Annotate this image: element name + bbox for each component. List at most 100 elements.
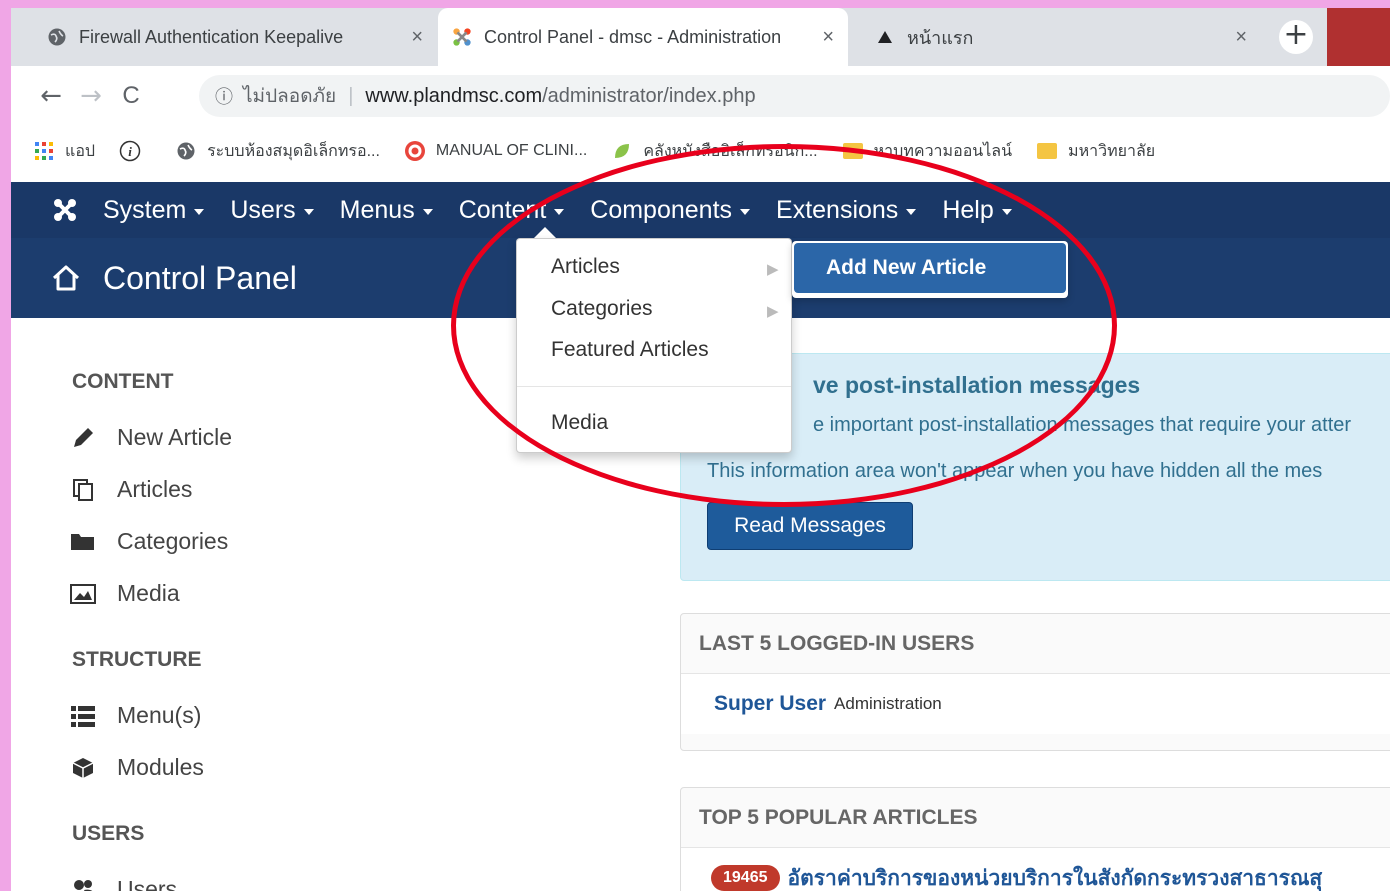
sidebar-item-label: Menu(s) — [117, 702, 202, 728]
article-link[interactable]: อัตราค่าบริการของหน่วยบริการในสังกัดกระท… — [788, 862, 1323, 891]
sidebar-item-users[interactable]: Users — [69, 876, 177, 891]
globe-icon — [175, 140, 197, 162]
nav-extensions[interactable]: Extensions — [776, 195, 917, 225]
nav-label: Extensions — [776, 195, 899, 224]
read-messages-button[interactable]: Read Messages — [707, 502, 913, 550]
bookmark-apps[interactable]: แอป — [33, 139, 95, 164]
articles-submenu: Add New Article — [792, 241, 1068, 298]
page-title: Control Panel — [103, 259, 297, 296]
triangle-icon — [875, 27, 895, 47]
bookmark-manual[interactable]: MANUAL OF CLINI... — [404, 140, 587, 162]
forward-button[interactable]: → — [71, 81, 111, 111]
nav-label: Components — [590, 195, 733, 224]
sidebar-item-articles[interactable]: Articles — [69, 476, 192, 503]
caret-down-icon — [303, 208, 314, 215]
alert-text: This information area won't appear when … — [707, 460, 1323, 482]
sidebar-item-categories[interactable]: Categories — [69, 528, 228, 555]
sidebar-item-label: Categories — [117, 528, 229, 554]
caret-down-icon — [906, 208, 917, 215]
nav-label: Help — [942, 195, 994, 224]
bookmark-label: ระบบห้องสมุดอิเล็กทรอ... — [207, 142, 380, 160]
menu-item-add-new-article[interactable]: Add New Article — [794, 243, 1066, 293]
user-link[interactable]: Super User — [714, 692, 826, 716]
nav-label: Menus — [339, 195, 415, 224]
bookmark-info[interactable]: i — [119, 140, 151, 162]
leaf-icon — [611, 140, 633, 162]
nav-users[interactable]: Users — [230, 196, 314, 225]
tab-firewall[interactable]: Firewall Authentication Keepalive × — [33, 8, 437, 66]
close-icon[interactable]: × — [411, 26, 423, 49]
nav-system[interactable]: System — [103, 196, 205, 225]
sidebar-item-media[interactable]: Media — [69, 580, 180, 607]
hits-badge: 19465 — [711, 865, 780, 891]
panel-title: TOP 5 POPULAR ARTICLES — [681, 788, 1390, 848]
nav-help[interactable]: Help — [942, 195, 1012, 225]
sidebar-item-label: Media — [117, 580, 180, 606]
menu-item-articles[interactable]: Articles — [551, 255, 620, 279]
svg-text:i: i — [128, 144, 132, 159]
sidebar-item-menus[interactable]: Menu(s) — [69, 702, 201, 729]
sidebar-item-modules[interactable]: Modules — [69, 754, 204, 781]
logged-users-panel: LAST 5 LOGGED-IN USERS Super User Admini… — [680, 613, 1390, 751]
caret-down-icon — [422, 208, 433, 215]
target-icon — [404, 140, 426, 162]
close-icon[interactable]: × — [1235, 26, 1247, 49]
bookmark-label: แอป — [65, 142, 96, 160]
alert-title: ve post-installation messages — [813, 372, 1141, 398]
section-title-users: USERS — [72, 822, 145, 845]
close-icon[interactable]: × — [822, 26, 834, 49]
tab-control-panel[interactable]: Control Panel - dmsc - Administration × — [438, 8, 848, 66]
folder-open-icon — [69, 529, 97, 555]
joomla-logo-icon[interactable] — [45, 190, 85, 230]
bookmark-articles-online[interactable]: หาบทความออนไลน์ — [842, 139, 1012, 164]
folder-icon — [1036, 140, 1058, 162]
sidebar-item-label: Articles — [117, 476, 193, 502]
nav-menus[interactable]: Menus — [340, 196, 433, 225]
section-title-content: CONTENT — [72, 370, 174, 393]
caret-down-icon — [194, 208, 205, 215]
tab-title: Control Panel - dmsc - Administration — [484, 26, 782, 47]
home-icon — [51, 263, 81, 293]
tab-home-thai[interactable]: หน้าแรก × — [861, 8, 1261, 66]
separator: | — [348, 84, 354, 107]
user-location: Administration — [834, 694, 942, 713]
copy-icon — [69, 477, 97, 503]
url-path: /administrator/index.php — [542, 84, 756, 107]
table-row: Super User Administration — [681, 674, 1390, 734]
joomla-icon — [452, 27, 472, 47]
bookmark-university[interactable]: มหาวิทยาลัย — [1036, 139, 1155, 164]
new-tab-button[interactable]: + — [1279, 20, 1313, 54]
tab-strip: Firewall Authentication Keepalive × Cont… — [11, 8, 1390, 66]
back-button[interactable]: ← — [31, 81, 71, 111]
nav-components[interactable]: Components — [590, 195, 751, 225]
panel-title: LAST 5 LOGGED-IN USERS — [681, 614, 1390, 674]
section-title-structure: STRUCTURE — [72, 648, 202, 671]
browser-window: Firewall Authentication Keepalive × Cont… — [11, 8, 1390, 891]
bookmark-label: หาบทความออนไลน์ — [873, 142, 1013, 160]
info-icon[interactable]: ⓘ — [215, 83, 233, 109]
window-controls — [1327, 8, 1390, 66]
admin-top-nav: System Users Menus Content Components Ex… — [11, 182, 1390, 238]
tab-title: Firewall Authentication Keepalive — [79, 26, 344, 47]
info-circle-icon: i — [119, 140, 141, 162]
address-bar[interactable]: ⓘ ไม่ปลอดภัย | www.plandmsc.com /adminis… — [199, 75, 1390, 117]
dropdown-arrow — [534, 227, 556, 238]
bookmark-ebooks[interactable]: คลังหนังสืออิเล็กทรอนิก... — [611, 139, 818, 164]
cube-icon — [69, 755, 97, 781]
menu-item-categories[interactable]: Categories — [551, 297, 653, 321]
reload-button[interactable]: C — [111, 82, 151, 110]
chevron-right-icon: ▶ — [767, 302, 779, 320]
caret-down-icon — [1001, 208, 1012, 215]
menu-item-featured-articles[interactable]: Featured Articles — [551, 338, 709, 362]
url-host: www.plandmsc.com — [365, 84, 543, 107]
popular-articles-panel: TOP 5 POPULAR ARTICLES 19465 อัตราค่าบริ… — [680, 787, 1390, 891]
image-icon — [69, 581, 97, 607]
sidebar-item-new-article[interactable]: New Article — [69, 424, 232, 451]
browser-toolbar: ← → C ⓘ ไม่ปลอดภัย | www.plandmsc.com /a… — [11, 66, 1390, 126]
menu-item-media[interactable]: Media — [551, 411, 608, 435]
nav-content[interactable]: Content — [459, 196, 565, 225]
caret-down-icon — [740, 208, 751, 215]
list-icon — [69, 703, 97, 729]
apps-grid-icon — [33, 140, 55, 162]
bookmark-library[interactable]: ระบบห้องสมุดอิเล็กทรอ... — [175, 139, 380, 164]
